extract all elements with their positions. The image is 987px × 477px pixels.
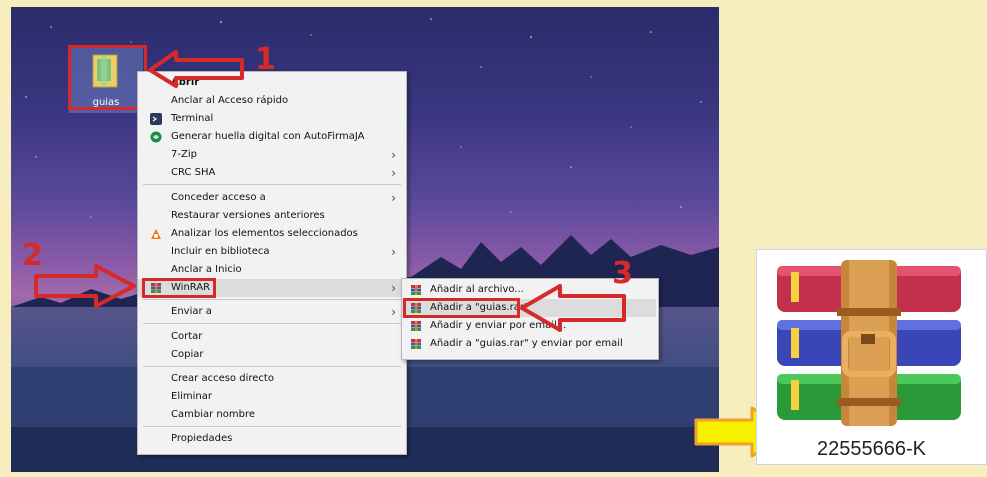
arrow-step1-icon bbox=[148, 50, 244, 88]
winrar-books-icon bbox=[777, 260, 961, 426]
step-number-3: 3 bbox=[612, 256, 633, 291]
winrar-caption: 22555666-K bbox=[817, 438, 926, 460]
winrar-logo-card: 22555666-K bbox=[756, 249, 987, 465]
arrow-step2-icon bbox=[34, 264, 136, 308]
step-number-1: 1 bbox=[255, 42, 276, 77]
step-number-2: 2 bbox=[22, 238, 43, 273]
arrow-step3-icon bbox=[520, 284, 626, 332]
